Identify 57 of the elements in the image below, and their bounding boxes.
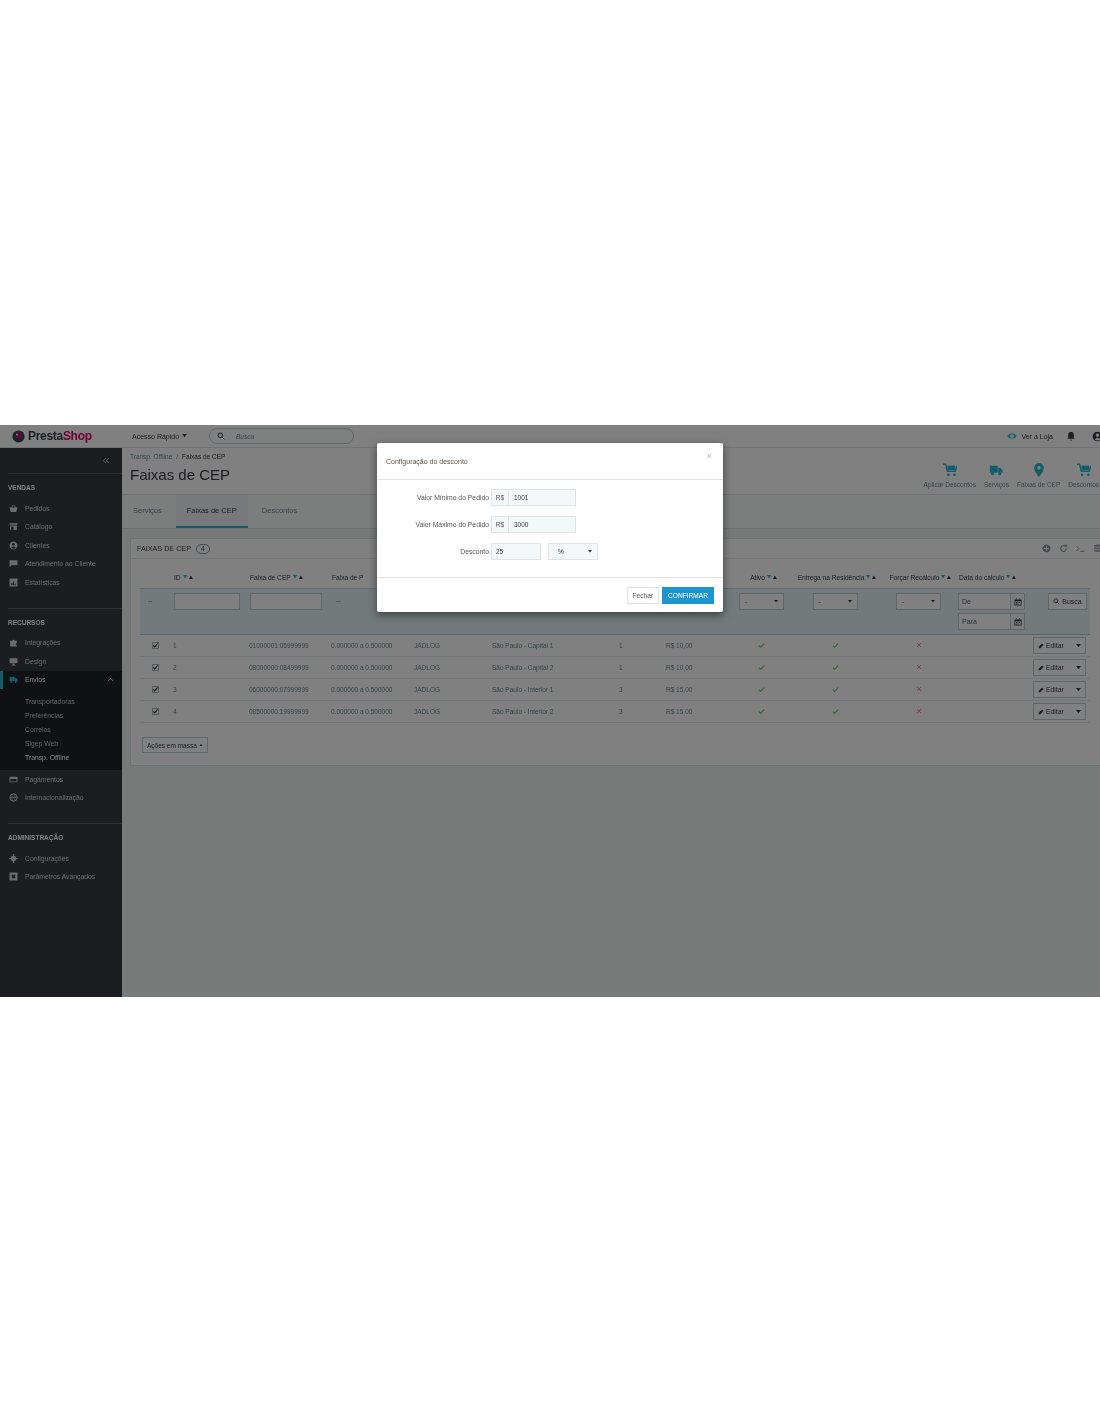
- map-pin-icon: [1031, 463, 1046, 477]
- page-title: Faixas de CEP: [130, 466, 231, 483]
- database-icon: [1093, 544, 1100, 553]
- checkbox[interactable]: [152, 686, 159, 693]
- chart-icon: [9, 577, 18, 587]
- checkbox[interactable]: [152, 708, 159, 715]
- refresh-icon: [1059, 544, 1068, 553]
- caret-icon: [1076, 687, 1081, 692]
- avatar-icon: [1092, 430, 1100, 442]
- sort-icon[interactable]: [182, 574, 193, 580]
- pencil-icon: [1038, 664, 1044, 671]
- checkbox[interactable]: [152, 664, 159, 671]
- sort-icon[interactable]: [866, 574, 877, 580]
- sort-icon[interactable]: [941, 574, 952, 580]
- caret-icon: [588, 550, 592, 553]
- logo-icon: [12, 429, 25, 443]
- calendar-icon: [1013, 597, 1022, 606]
- monitor-icon: [9, 656, 18, 666]
- caret-icon: [847, 600, 852, 603]
- filter-input[interactable]: [174, 593, 240, 610]
- truck-icon: [989, 463, 1004, 477]
- caret-icon: [1076, 643, 1081, 648]
- close-icon-button[interactable]: ×: [704, 451, 714, 461]
- calendar-button[interactable]: [1011, 613, 1025, 630]
- eye-icon: [1007, 431, 1018, 441]
- settings-icon: [9, 853, 18, 863]
- truck-icon: [9, 675, 18, 685]
- caret-icon: [1076, 709, 1081, 714]
- chat-icon: [9, 559, 18, 569]
- calendar-button[interactable]: [1011, 593, 1025, 610]
- user-icon: [9, 540, 18, 550]
- pencil-icon: [1038, 642, 1044, 649]
- card-icon: [9, 774, 18, 784]
- pencil-icon: [1038, 708, 1044, 715]
- store-icon: [9, 522, 18, 532]
- caret-icon: [182, 434, 188, 438]
- globe-icon: [9, 793, 18, 803]
- search-icon: [1053, 598, 1061, 605]
- terminal-icon: [1076, 544, 1085, 553]
- checkbox[interactable]: [152, 642, 159, 649]
- caret-icon: [931, 600, 935, 603]
- caret-icon: [774, 600, 778, 603]
- basket-icon: [9, 503, 18, 513]
- cart-icon: [1076, 463, 1091, 477]
- calendar-icon: [1013, 617, 1022, 626]
- sort-icon[interactable]: [292, 574, 303, 580]
- cart-icon: [942, 463, 957, 477]
- add-icon: [1042, 544, 1051, 553]
- sort-icon[interactable]: [1006, 574, 1017, 580]
- pencil-icon: [1038, 686, 1044, 693]
- logo-text: PrestaShop: [28, 429, 92, 443]
- bell-icon: [1066, 431, 1076, 441]
- caret-icon: [1076, 665, 1081, 670]
- puzzle-icon: [9, 638, 18, 648]
- chevron-up-icon: [107, 677, 114, 683]
- sort-icon[interactable]: [766, 574, 777, 580]
- filter-input[interactable]: [250, 593, 322, 610]
